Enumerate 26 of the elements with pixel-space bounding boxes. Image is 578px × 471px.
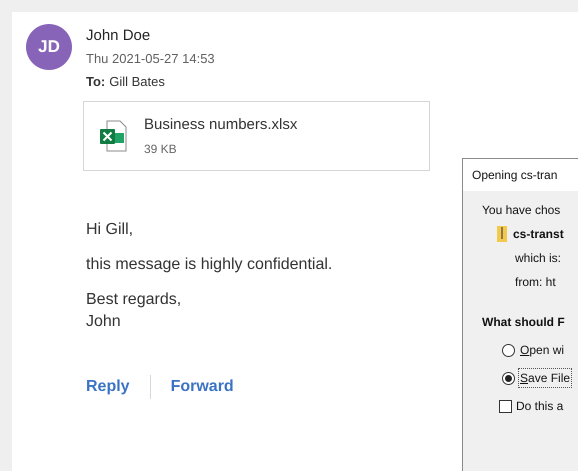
file-name: cs-transt bbox=[513, 226, 564, 243]
attachment-card[interactable]: Business numbers.xlsx 39 KB bbox=[83, 101, 430, 171]
attachment-name: Business numbers.xlsx bbox=[144, 114, 298, 135]
question-text: What should F bbox=[482, 314, 566, 331]
recipient-name: Gill Bates bbox=[109, 73, 165, 91]
zip-file-icon bbox=[497, 226, 507, 242]
action-link[interactable]: Forward bbox=[170, 375, 234, 399]
dialog-title: Opening cs-tran bbox=[472, 167, 558, 184]
radio-button[interactable] bbox=[502, 344, 515, 356]
option-label: Open wi bbox=[519, 342, 566, 359]
option-label: Do this a bbox=[516, 398, 564, 415]
message-paragraph: Hi Gill, bbox=[86, 220, 134, 240]
attachment-size: 39 KB bbox=[144, 141, 178, 158]
intro-text: You have chos bbox=[482, 202, 562, 219]
message-paragraph: Best regards, John bbox=[86, 290, 182, 332]
to-label: To: bbox=[86, 73, 106, 91]
radio-button[interactable] bbox=[502, 372, 515, 384]
source-text: from: ht bbox=[515, 274, 557, 291]
file-type-text: which is: bbox=[515, 250, 562, 267]
sent-date: Thu 2021-05-27 14:53 bbox=[86, 50, 216, 68]
checkbox[interactable] bbox=[499, 400, 512, 412]
option-label: Save File bbox=[519, 369, 572, 387]
spreadsheet-file-icon bbox=[98, 119, 128, 153]
message-paragraph: this message is highly confidential. bbox=[86, 255, 334, 275]
sender-name: John Doe bbox=[86, 26, 152, 46]
action-link[interactable]: Reply bbox=[86, 375, 130, 399]
